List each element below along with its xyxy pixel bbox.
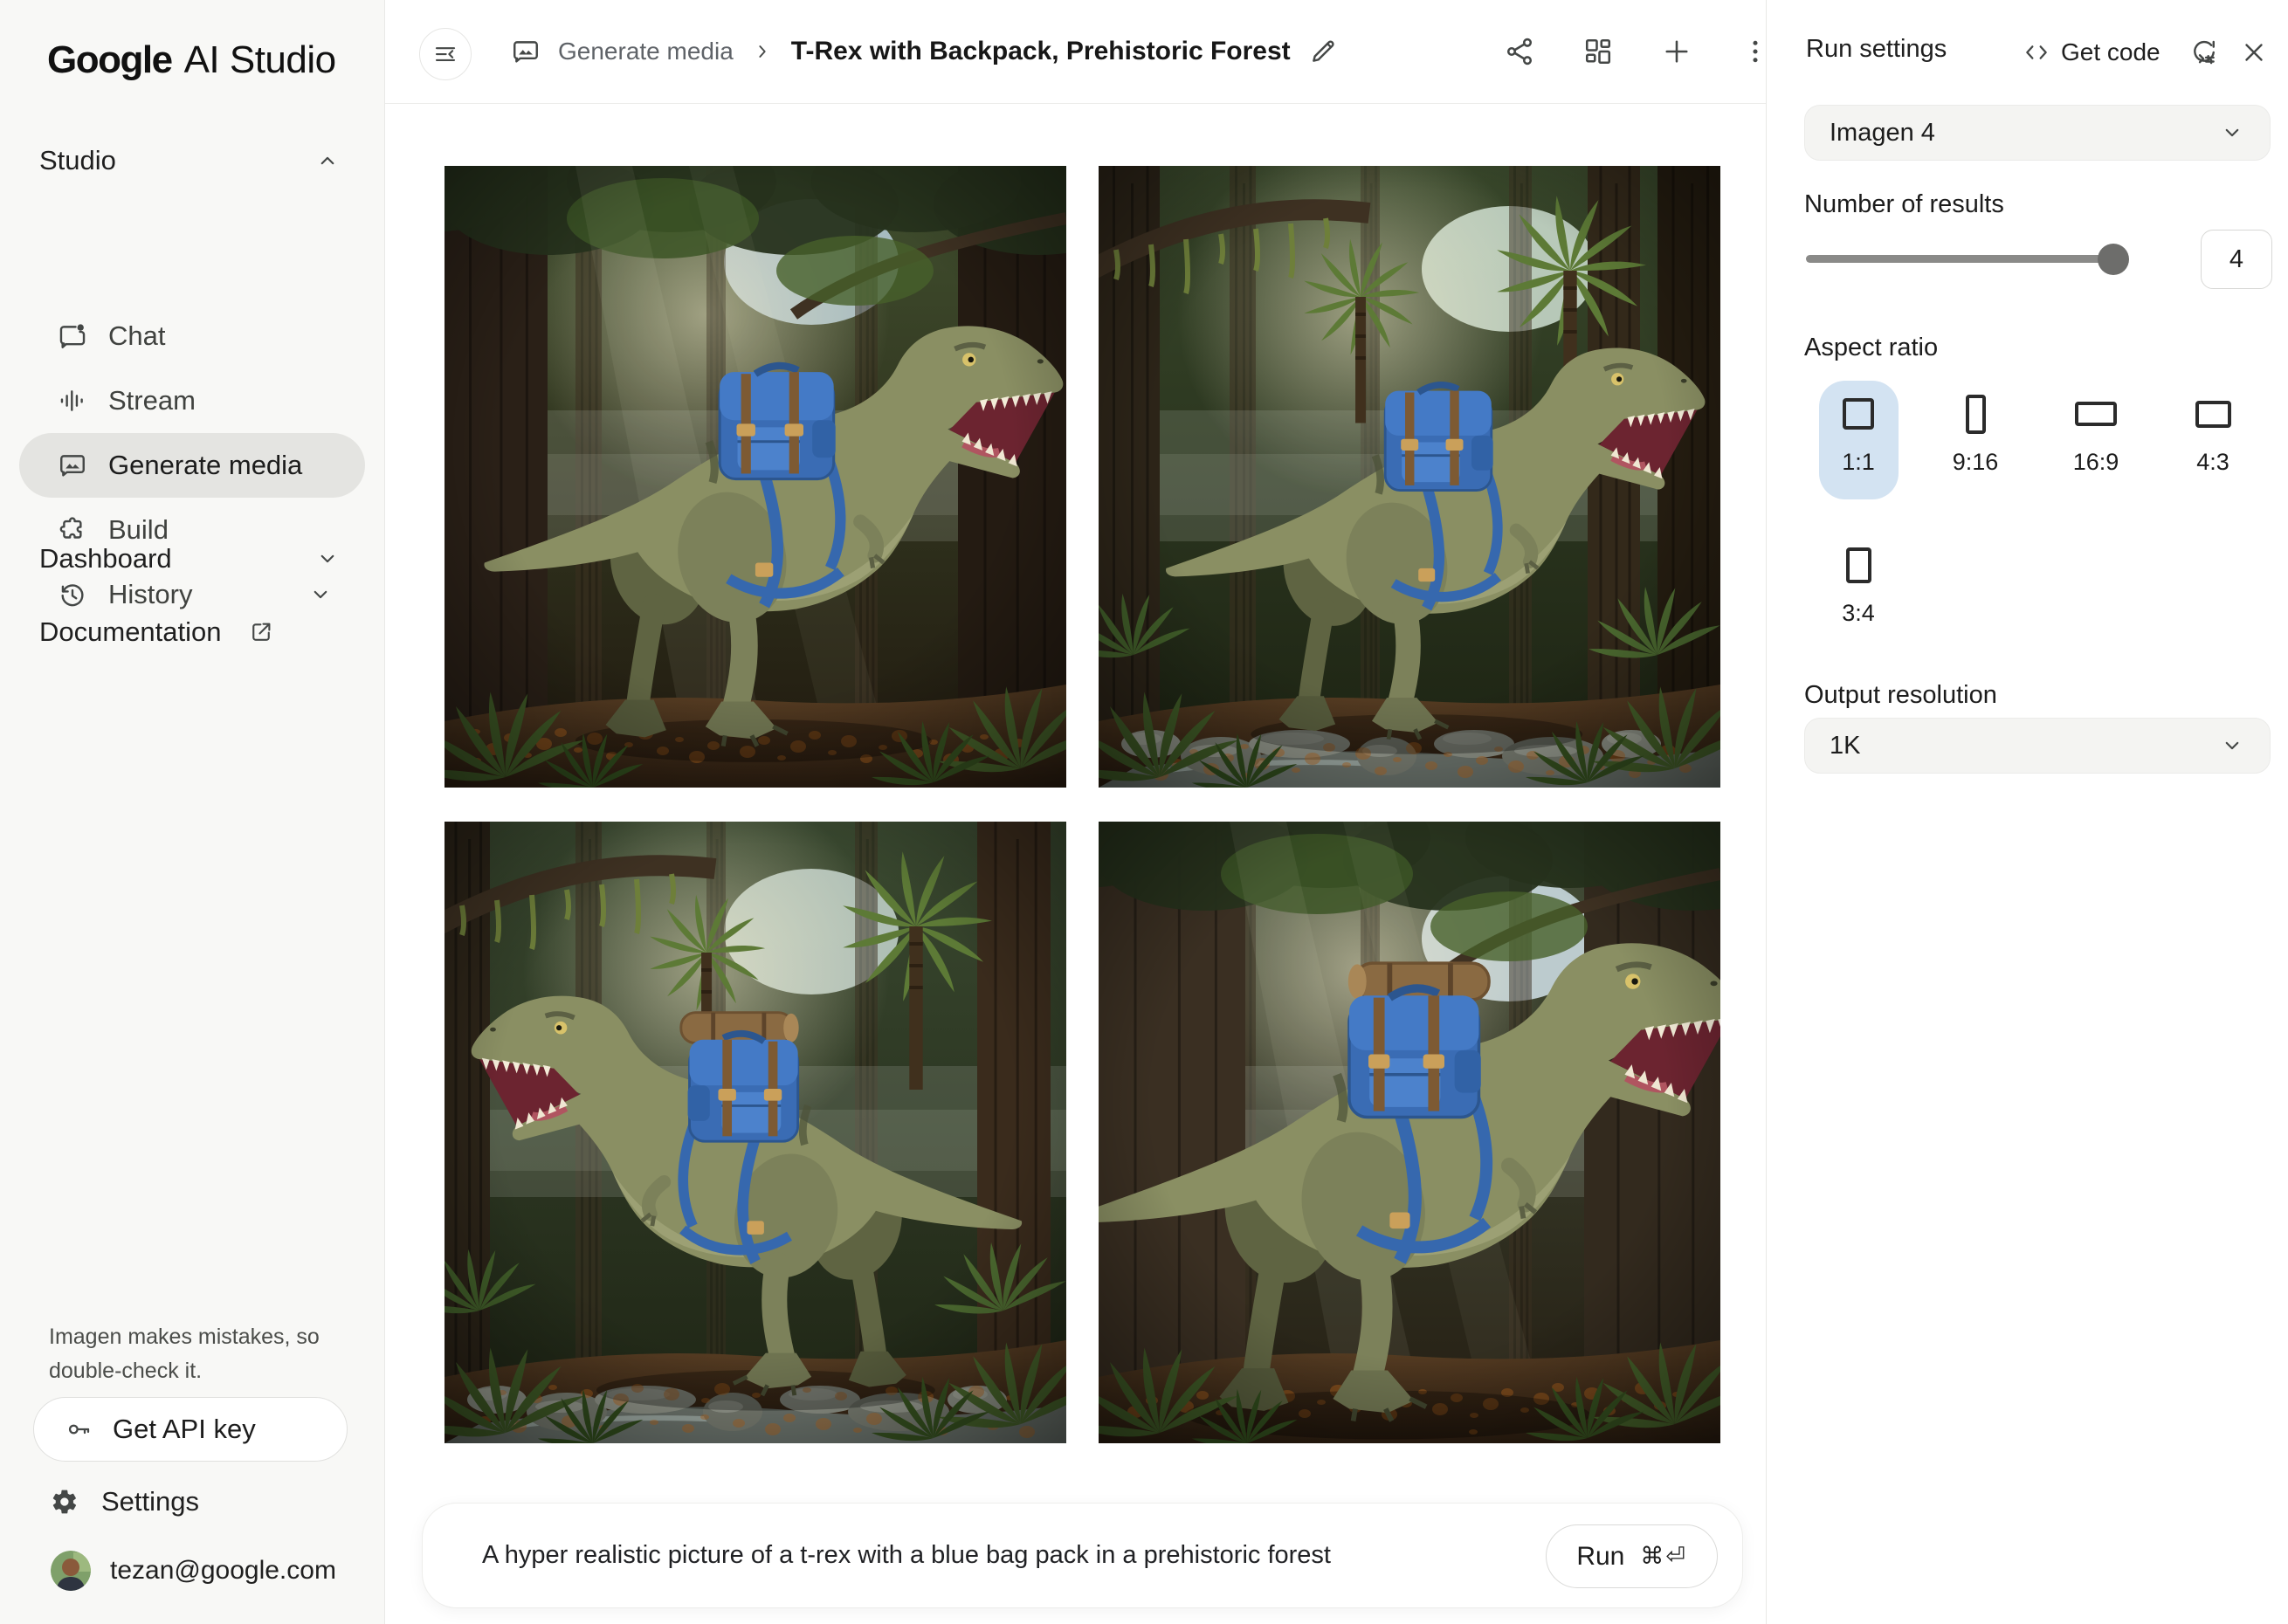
aspect-option-9-16[interactable]: 9:16 (1932, 391, 2019, 476)
generated-image-4[interactable] (1099, 822, 1720, 1443)
reset-settings-button[interactable] (2180, 28, 2229, 77)
run-label: Run (1576, 1542, 1624, 1572)
studio-section-label: Studio (39, 145, 116, 176)
aspect-option-label: 16:9 (2073, 449, 2119, 476)
sidebar-section-studio[interactable]: Studio (39, 145, 341, 176)
number-of-results-label: Number of results (1804, 190, 2004, 219)
aspect-ratio-icon (1966, 395, 1986, 434)
sidebar-item-generate-media[interactable]: Generate media (19, 433, 365, 498)
model-disclaimer: Imagen makes mistakes, so double-check i… (49, 1320, 337, 1388)
output-resolution-label: Output resolution (1804, 681, 1997, 710)
logo-ai-studio: AI Studio (184, 38, 336, 82)
generated-image-3[interactable] (445, 822, 1066, 1443)
avatar (51, 1551, 91, 1591)
documentation-label: Documentation (39, 616, 222, 648)
sidebar-item-chat[interactable]: Chat (19, 304, 365, 368)
sidebar-item-label: Generate media (108, 450, 302, 481)
close-icon (2239, 38, 2269, 67)
code-icon (2023, 38, 2050, 66)
get-code-button[interactable]: Get code (2023, 28, 2161, 77)
new-prompt-icon (1661, 36, 1692, 67)
sidebar: Google AI Studio Studio Chat Stream Genera… (0, 0, 384, 1624)
run-shortcut: ⌘⏎ (1640, 1543, 1687, 1570)
run-button[interactable]: Run ⌘⏎ (1546, 1524, 1718, 1588)
aspect-option-label: 4:3 (2196, 449, 2229, 476)
aspect-option-label: 9:16 (1953, 449, 1999, 476)
sidebar-divider (384, 0, 385, 1624)
prompt-bar[interactable]: A hyper realistic picture of a t-rex wit… (422, 1503, 1743, 1608)
history-icon (58, 580, 87, 609)
prompt-input[interactable]: A hyper realistic picture of a t-rex wit… (482, 1504, 1331, 1607)
results-value-input[interactable]: 4 (2201, 230, 2272, 289)
aspect-option-label: 3:4 (1842, 600, 1875, 627)
chevron-down-icon (2219, 733, 2245, 759)
generated-image-1[interactable] (445, 166, 1066, 788)
get-code-label: Get code (2061, 38, 2161, 66)
sidebar-item-stream[interactable]: Stream (19, 368, 365, 433)
share-button[interactable] (1495, 27, 1544, 76)
chevron-right-icon (751, 40, 774, 63)
aspect-ratio-icon (1846, 547, 1871, 583)
aspect-ratio-icon (1843, 398, 1874, 430)
aspect-option-4-3[interactable]: 4:3 (2169, 391, 2257, 476)
sidebar-item-label: Stream (108, 385, 196, 416)
model-select-value: Imagen 4 (1830, 119, 1935, 148)
chevron-down-icon (307, 581, 334, 608)
aspect-option-16-9[interactable]: 16:9 (2052, 391, 2140, 476)
build-icon (58, 515, 87, 545)
model-select[interactable]: Imagen 4 (1804, 105, 2271, 161)
results-slider-thumb[interactable] (2098, 244, 2129, 275)
aspect-ratio-icon (2075, 402, 2117, 426)
new-prompt-button[interactable] (1652, 27, 1701, 76)
sidebar-item-label: History (108, 579, 192, 610)
header-actions (1495, 0, 1780, 103)
sidebar-section-dashboard[interactable]: Dashboard (39, 543, 341, 575)
breadcrumb-generate-media[interactable]: Generate media (558, 38, 734, 65)
account-email: tezan@google.com (110, 1556, 336, 1586)
close-panel-button[interactable] (2229, 28, 2278, 77)
sidebar-item-documentation[interactable]: Documentation (39, 616, 274, 648)
app-logo[interactable]: Google AI Studio (47, 38, 336, 82)
results-slider-track[interactable] (1806, 255, 2126, 263)
collapse-sidebar-button[interactable] (419, 28, 472, 80)
aspect-option-label: 1:1 (1842, 449, 1875, 476)
key-icon (65, 1415, 93, 1443)
aspect-ratio-icon (2195, 401, 2231, 428)
sidebar-item-settings[interactable]: Settings (51, 1479, 199, 1524)
account-row[interactable]: tezan@google.com (51, 1547, 336, 1594)
breadcrumb: Generate media T-Rex with Backpack, Preh… (511, 0, 1338, 103)
external-link-icon (248, 619, 274, 645)
logo-google: Google (47, 38, 172, 82)
settings-label: Settings (101, 1486, 199, 1517)
apps-grid-icon (1582, 36, 1614, 67)
sidebar-item-label: Chat (108, 320, 165, 352)
sidebar-item-label: Build (108, 514, 169, 546)
aspect-option-3-4[interactable]: 3:4 (1815, 542, 1902, 627)
media-icon (511, 37, 541, 66)
output-resolution-select[interactable]: 1K (1804, 718, 2271, 774)
aspect-option-1-1[interactable]: 1:1 (1815, 391, 1902, 476)
google-ai-studio-app: { "logo": {"part1": "Google", "part2": "… (0, 0, 2288, 1624)
page-title: T-Rex with Backpack, Prehistoric Forest (791, 37, 1291, 66)
chevron-down-icon (2219, 120, 2245, 146)
run-settings-title: Run settings (1806, 35, 1947, 64)
get-api-key-button[interactable]: Get API key (33, 1397, 348, 1462)
chevron-up-icon (314, 148, 341, 174)
apps-grid-button[interactable] (1574, 27, 1623, 76)
gear-icon (51, 1488, 79, 1516)
reset-settings-icon (2189, 38, 2219, 67)
media-icon (58, 451, 87, 480)
get-api-key-label: Get API key (113, 1414, 256, 1445)
edit-title-icon[interactable] (1308, 37, 1338, 66)
studio-nav: Chat Stream Generate media Build History (19, 304, 365, 627)
generated-image-2[interactable] (1099, 166, 1720, 788)
chevron-down-icon (314, 546, 341, 572)
menu-open-icon (432, 41, 458, 67)
share-icon (1504, 36, 1535, 67)
chat-icon (58, 321, 87, 351)
output-resolution-value: 1K (1830, 732, 1860, 760)
dashboard-section-label: Dashboard (39, 543, 172, 575)
aspect-ratio-label: Aspect ratio (1804, 334, 1938, 362)
stream-icon (58, 386, 87, 416)
